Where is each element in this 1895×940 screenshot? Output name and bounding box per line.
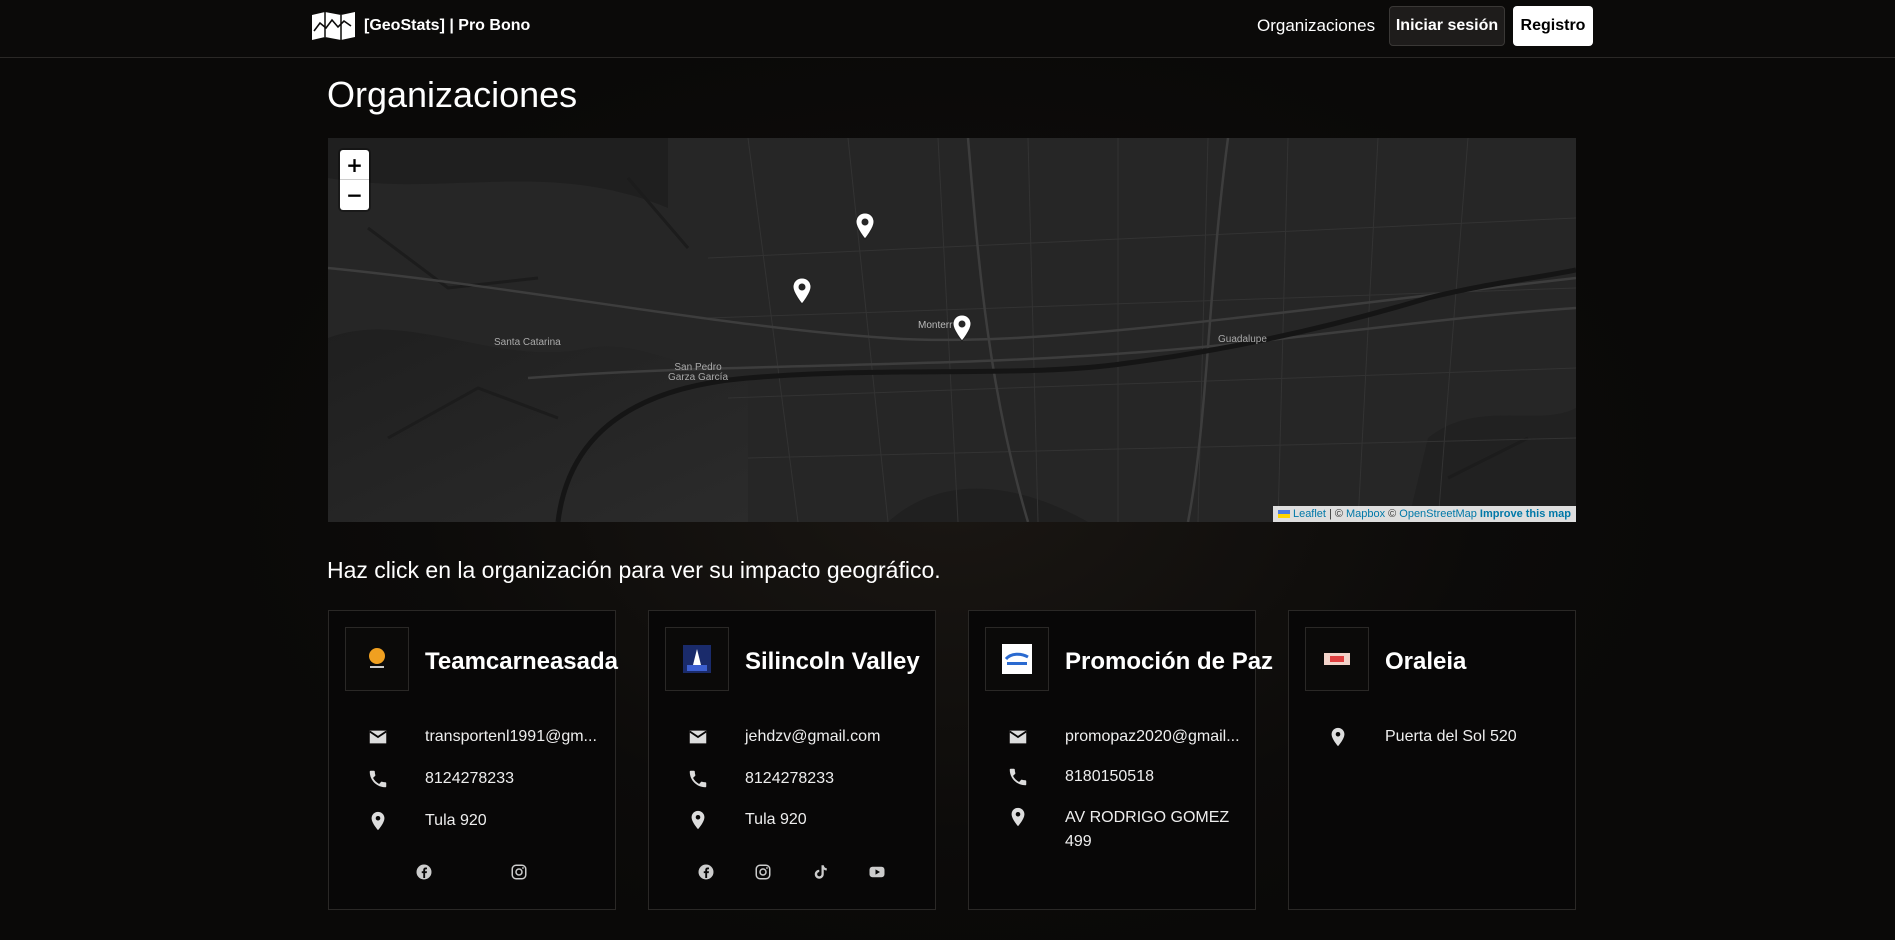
phone-icon: [1009, 768, 1027, 786]
tiktok-icon[interactable]: [811, 863, 829, 881]
organization-name: Teamcarneasada: [425, 648, 619, 675]
brand-title: [GeoStats] | Pro Bono: [364, 17, 531, 34]
phone-row: 8180150518: [989, 766, 1154, 788]
address-row: Tula 920: [349, 810, 487, 832]
facebook-icon[interactable]: [415, 863, 433, 881]
logo-image-icon: [683, 645, 711, 673]
address-row: Tula 920: [669, 809, 807, 831]
map-label-santa-catarina: Santa Catarina: [494, 337, 561, 348]
nav-link-organizaciones[interactable]: Organizaciones: [1257, 16, 1375, 36]
location-pin-icon: [1331, 727, 1345, 747]
organization-name: Silincoln Valley: [745, 648, 920, 675]
organization-name: Promoción de Paz: [1065, 648, 1274, 675]
organization-card[interactable]: Silincoln Valley jehdzv@gmail.com 812427…: [648, 610, 936, 910]
address-row: AV RODRIGO GOMEZ 499: [989, 806, 1229, 850]
phone-text[interactable]: 8180150518: [1065, 768, 1154, 786]
address-text: AV RODRIGO GOMEZ 499: [1065, 809, 1230, 850]
openstreetmap-link[interactable]: OpenStreetMap: [1399, 508, 1477, 520]
instructions-text: Haz click en la organización para ver su…: [327, 557, 941, 583]
location-pin-icon: [691, 810, 705, 830]
email-row: promopaz2020@gmail...: [989, 726, 1240, 748]
organization-name: Oraleia: [1385, 648, 1467, 675]
phone-text[interactable]: 8124278233: [745, 770, 834, 788]
organization-logo: [985, 627, 1049, 691]
organization-card[interactable]: Teamcarneasada transportenl1991@gm... 81…: [328, 610, 619, 910]
youtube-icon[interactable]: [868, 863, 886, 881]
leaflet-link[interactable]: Leaflet: [1293, 508, 1326, 520]
organization-logo: [665, 627, 729, 691]
map-marker-pin[interactable]: [792, 277, 812, 305]
address-text: Puerta del Sol 520: [1385, 728, 1517, 745]
email-row: jehdzv@gmail.com: [669, 726, 880, 748]
zoom-control: + −: [340, 150, 369, 210]
organization-card[interactable]: Promoción de Paz promopaz2020@gmail... 8…: [968, 610, 1273, 910]
map-attribution: Leaflet | © Mapbox © OpenStreetMap Impro…: [1272, 506, 1576, 522]
organization-card[interactable]: Oraleia Puerta del Sol 520: [1288, 610, 1576, 910]
location-pin-icon: [371, 811, 385, 831]
map[interactable]: Monterrey Guadalupe Santa Catarina San P…: [328, 138, 1576, 522]
mail-icon: [1009, 730, 1027, 744]
instagram-icon[interactable]: [510, 863, 528, 881]
facebook-icon[interactable]: [697, 863, 715, 881]
email-text[interactable]: jehdzv@gmail.com: [745, 728, 880, 746]
phone-row: 8124278233: [669, 768, 834, 790]
location-pin-icon: [1011, 807, 1025, 827]
page-title: Organizaciones: [327, 74, 578, 115]
map-marker-pin[interactable]: [952, 314, 972, 342]
phone-text[interactable]: 8124278233: [425, 770, 514, 788]
instagram-icon[interactable]: [754, 863, 772, 881]
phone-icon: [369, 770, 387, 788]
logo-image-icon: [1324, 653, 1350, 665]
attribution-separator: | ©: [1328, 508, 1344, 520]
mail-icon: [689, 730, 707, 744]
phone-icon: [689, 770, 707, 788]
address-text: Tula 920: [425, 812, 487, 829]
login-button[interactable]: Iniciar sesión: [1389, 6, 1505, 46]
map-label-guadalupe: Guadalupe: [1218, 334, 1267, 345]
email-text[interactable]: promopaz2020@gmail...: [1065, 728, 1240, 746]
organization-logo: [1305, 627, 1369, 691]
map-marker-pin[interactable]: [855, 212, 875, 240]
address-row: Puerta del Sol 520: [1309, 726, 1517, 748]
improve-map-link[interactable]: Improve this map: [1480, 508, 1571, 520]
map-logo-icon: [312, 12, 355, 40]
brand[interactable]: [GeoStats] | Pro Bono: [311, 11, 530, 41]
mail-icon: [369, 730, 387, 744]
register-button[interactable]: Registro: [1513, 6, 1593, 46]
mapbox-link[interactable]: Mapbox: [1346, 508, 1385, 520]
email-text[interactable]: transportenl1991@gm...: [425, 728, 597, 746]
email-row: transportenl1991@gm...: [349, 726, 597, 748]
zoom-in-button[interactable]: +: [340, 150, 369, 180]
organization-logo: [345, 627, 409, 691]
attribution-copyright: ©: [1388, 508, 1397, 520]
phone-row: 8124278233: [349, 768, 514, 790]
navbar: [GeoStats] | Pro Bono Organizaciones Ini…: [0, 0, 1895, 58]
address-text: Tula 920: [745, 811, 807, 828]
logo-image-icon: [369, 648, 385, 668]
map-label-san-pedro: San Pedro Garza García: [668, 362, 729, 383]
zoom-out-button[interactable]: −: [340, 180, 369, 210]
logo-image-icon: [1002, 644, 1032, 674]
ukraine-flag-icon: [1277, 510, 1290, 518]
